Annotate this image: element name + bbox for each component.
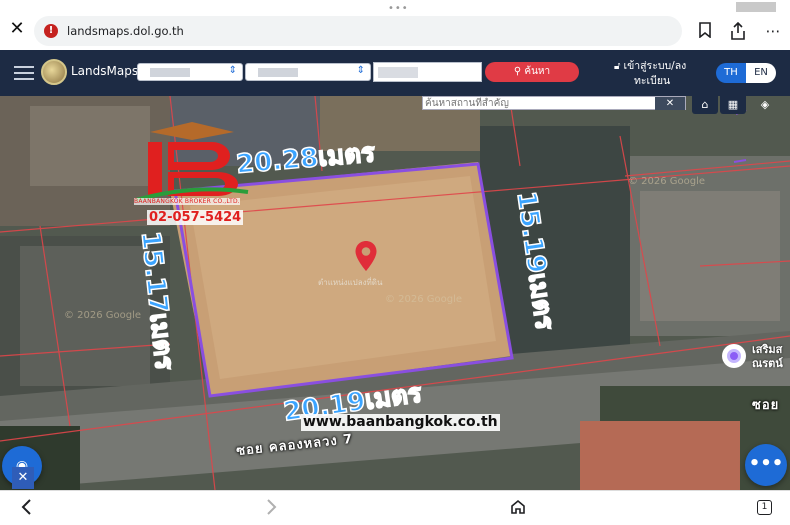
close-icon[interactable]: ✕	[8, 20, 26, 38]
search-button[interactable]: ⚲ ค้นหา	[485, 62, 579, 82]
poi-label-line-2: ณรตน์	[752, 357, 783, 370]
bookmark-icon[interactable]	[695, 22, 715, 40]
map-copyright: © 2026 Google	[64, 310, 142, 321]
home-icon[interactable]	[508, 499, 528, 519]
ellipsis-icon: •••	[748, 453, 784, 474]
address-bar[interactable]: ! landsmaps.dol.go.th	[34, 16, 682, 46]
tab-count-button[interactable]: 1	[757, 500, 772, 515]
browser-bottom-bar: 1	[0, 490, 790, 525]
phone-number: 02-057-5424	[147, 210, 244, 225]
search-button-label: ค้นหา	[524, 66, 551, 77]
share-icon[interactable]	[728, 21, 748, 40]
pin-label: ตำแหน่งแปลงที่ดิน	[318, 278, 383, 287]
lang-en-option[interactable]: EN	[746, 63, 776, 83]
browser-toolbar: ••• ✕ ! landsmaps.dol.go.th ⋯	[0, 0, 790, 52]
province-select[interactable]: ⇕	[137, 63, 243, 81]
forward-icon[interactable]	[262, 499, 282, 519]
more-options-button[interactable]: •••	[745, 444, 787, 486]
place-search-bar[interactable]: ✕	[422, 96, 686, 110]
search-icon: ⚲	[513, 66, 525, 77]
drag-handle-icon[interactable]: •••	[388, 3, 409, 14]
chevron-updown-icon: ⇕	[356, 65, 365, 76]
district-select[interactable]: ⇕	[245, 63, 371, 81]
hamburger-menu-icon[interactable]	[14, 66, 34, 80]
input-value-redacted	[378, 67, 418, 78]
dol-logo	[41, 59, 67, 85]
grid-icon[interactable]: ▦	[720, 96, 746, 114]
map-copyright: © 2026 Google	[385, 294, 463, 305]
website-url: www.baanbangkok.co.th	[301, 414, 500, 431]
company-name: BAANBANGKOK BROKER CO.,LTD.	[134, 198, 240, 205]
app-header: LandsMaps ⇕ ⇕ ⚲ ค้นหา 🔓︎ เข้าสู่ระบบ/ลง ท…	[0, 50, 790, 96]
login-link[interactable]: 🔓︎ เข้าสู่ระบบ/ลง ทะเบียน	[614, 59, 696, 89]
location-pin-icon[interactable]	[354, 240, 378, 276]
more-menu-icon[interactable]: ⋯	[763, 22, 783, 40]
site-warning-icon[interactable]: !	[44, 24, 58, 38]
poi-label: เสริมส ณรตน์	[752, 343, 783, 371]
select-value-redacted	[150, 68, 190, 77]
close-tools-icon[interactable]: ✕	[12, 467, 34, 489]
lock-icon: 🔓︎	[614, 61, 621, 72]
language-toggle[interactable]: TH EN	[716, 63, 776, 83]
parcel-number-input[interactable]	[373, 62, 482, 82]
status-indicator	[736, 2, 776, 12]
app-name: LandsMaps	[71, 64, 139, 78]
clear-search-icon[interactable]: ✕	[655, 97, 685, 110]
map-copyright: © 2026 Google	[628, 176, 706, 187]
login-line-1: เข้าสู่ระบบ/ลง	[623, 60, 687, 72]
poi-marker-icon[interactable]	[722, 344, 746, 368]
poi-label-line-1: เสริมส	[752, 343, 783, 356]
layers-icon[interactable]: ◈	[752, 96, 778, 114]
chevron-updown-icon: ⇕	[228, 65, 237, 76]
place-search-input[interactable]	[425, 97, 645, 110]
back-icon[interactable]	[16, 499, 36, 519]
lang-th-option[interactable]: TH	[716, 63, 746, 83]
url-text[interactable]: landsmaps.dol.go.th	[67, 24, 184, 38]
login-line-2: ทะเบียน	[634, 75, 671, 87]
road-label-right: ซอย	[752, 398, 780, 413]
select-value-redacted	[258, 68, 298, 77]
bank-icon[interactable]: ⌂	[692, 96, 718, 114]
